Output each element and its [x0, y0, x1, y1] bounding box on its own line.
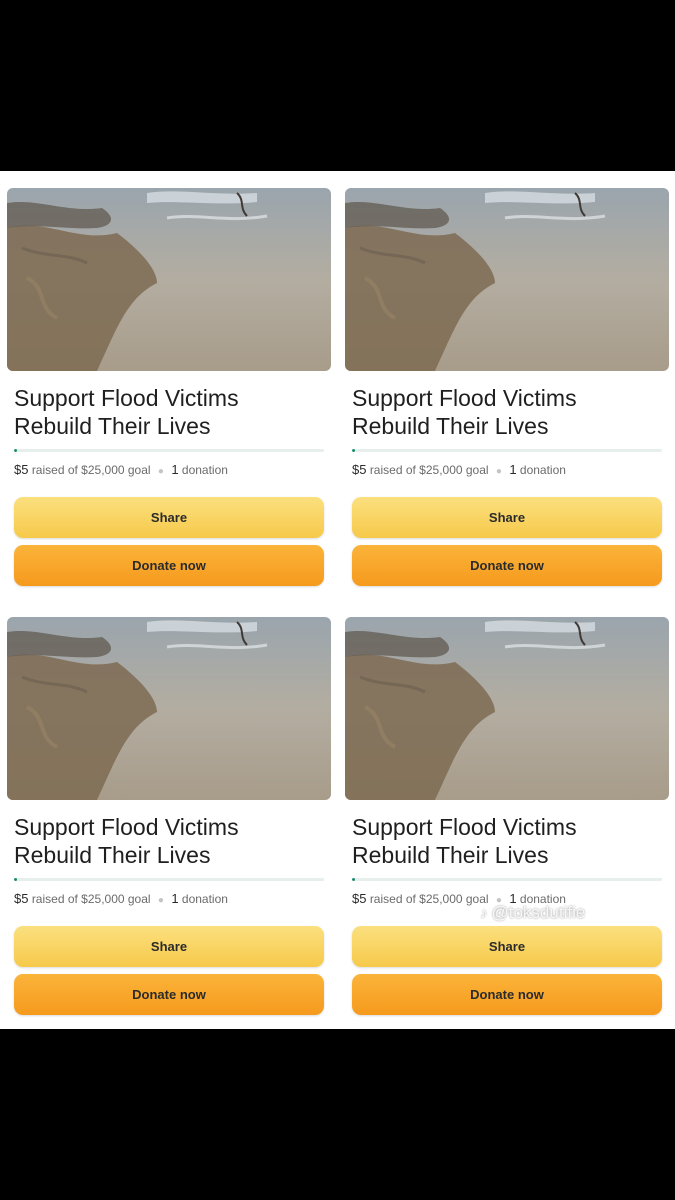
flood-water-photo[interactable]: [345, 617, 669, 800]
donate-now-button[interactable]: Donate now: [352, 974, 662, 1015]
donation-label: donation: [519, 463, 566, 477]
progress-fill: [14, 449, 18, 452]
title-line-1: Support Flood Victims: [352, 385, 577, 411]
fundraiser-title[interactable]: Support Flood Victims Rebuild Their Live…: [14, 384, 324, 440]
flood-water-image: [345, 188, 669, 371]
progress-bar: [14, 878, 324, 881]
title-line-2: Rebuild Their Lives: [14, 413, 211, 439]
share-button[interactable]: Share: [14, 926, 324, 967]
fundraiser-title[interactable]: Support Flood Victims Rebuild Their Live…: [14, 813, 324, 869]
fundraiser-title[interactable]: Support Flood Victims Rebuild Their Live…: [352, 813, 662, 869]
progress-bar: [352, 878, 662, 881]
flood-water-image: [7, 188, 331, 371]
flood-water-photo[interactable]: [7, 188, 331, 371]
progress-fill: [352, 878, 356, 881]
share-button[interactable]: Share: [14, 497, 324, 538]
raised-amount: $5: [14, 891, 29, 906]
fundraiser-grid: Support Flood Victims Rebuild Their Live…: [0, 171, 675, 1029]
fundraiser-stats: $5 raised of $25,000 goal ● 1 donation: [14, 891, 330, 906]
raised-text: raised of $25,000 goal: [31, 892, 151, 906]
donation-count: 1: [171, 891, 179, 906]
progress-bar: [352, 449, 662, 452]
separator-dot: ●: [157, 466, 164, 477]
flood-water-photo[interactable]: [7, 617, 331, 800]
raised-amount: $5: [352, 462, 367, 477]
tiktok-watermark: ♪ @toksdutifie: [480, 903, 585, 923]
raised-text: raised of $25,000 goal: [369, 463, 489, 477]
tiktok-icon: ♪: [480, 905, 488, 922]
flood-water-photo[interactable]: [345, 188, 669, 371]
raised-amount: $5: [14, 462, 29, 477]
title-line-1: Support Flood Victims: [14, 814, 239, 840]
donation-count: 1: [171, 462, 179, 477]
title-line-2: Rebuild Their Lives: [352, 413, 549, 439]
fundraiser-title[interactable]: Support Flood Victims Rebuild Their Live…: [352, 384, 662, 440]
donation-label: donation: [181, 892, 228, 906]
donate-now-button[interactable]: Donate now: [14, 974, 324, 1015]
separator-dot: ●: [495, 466, 502, 477]
title-line-2: Rebuild Their Lives: [352, 842, 549, 868]
share-button[interactable]: Share: [352, 926, 662, 967]
raised-amount: $5: [352, 891, 367, 906]
title-line-2: Rebuild Their Lives: [14, 842, 211, 868]
fundraiser-stats: $5 raised of $25,000 goal ● 1 donation: [14, 462, 330, 477]
progress-fill: [14, 878, 18, 881]
progress-fill: [352, 449, 356, 452]
flood-water-image: [7, 617, 331, 800]
raised-text: raised of $25,000 goal: [369, 892, 489, 906]
title-line-1: Support Flood Victims: [352, 814, 577, 840]
fundraiser-stats: $5 raised of $25,000 goal ● 1 donation: [352, 462, 668, 477]
donate-now-button[interactable]: Donate now: [352, 545, 662, 586]
raised-text: raised of $25,000 goal: [31, 463, 151, 477]
watermark-text: @toksdutifie: [491, 903, 586, 922]
separator-dot: ●: [157, 895, 164, 906]
donation-label: donation: [181, 463, 228, 477]
progress-bar: [14, 449, 324, 452]
title-line-1: Support Flood Victims: [14, 385, 239, 411]
donation-count: 1: [509, 462, 517, 477]
flood-water-image: [345, 617, 669, 800]
donate-now-button[interactable]: Donate now: [14, 545, 324, 586]
share-button[interactable]: Share: [352, 497, 662, 538]
